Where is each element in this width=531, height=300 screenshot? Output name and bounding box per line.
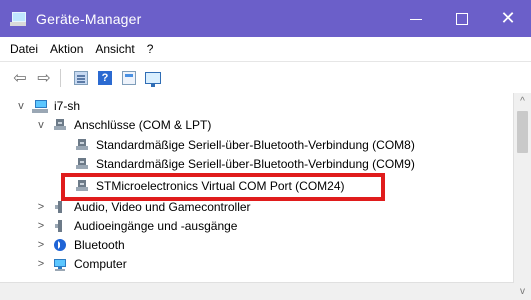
computer-category-icon xyxy=(52,256,68,272)
chevron-down-icon[interactable]: v xyxy=(16,100,26,112)
device-tree: v i7-sh v Anschlüsse (COM & LPT) Standar… xyxy=(0,93,531,300)
tree-item-label: STMicroelectronics Virtual COM Port (COM… xyxy=(96,179,345,193)
computer-icon xyxy=(32,98,48,114)
chevron-right-icon[interactable]: > xyxy=(36,220,46,232)
minimize-button[interactable] xyxy=(393,0,439,37)
toolbar-separator xyxy=(60,68,61,87)
tree-item-label: Bluetooth xyxy=(74,238,125,252)
chevron-down-icon[interactable]: v xyxy=(36,119,46,131)
audio-icon xyxy=(52,199,68,215)
scan-hardware-button[interactable] xyxy=(143,68,163,88)
tree-item-label: Standardmäßige Seriell-über-Bluetooth-Ve… xyxy=(96,157,415,171)
title-bar: Geräte-Manager ✕ xyxy=(0,0,531,37)
tree-item-com9[interactable]: Standardmäßige Seriell-über-Bluetooth-Ve… xyxy=(74,155,415,173)
menu-datei[interactable]: Datei xyxy=(4,42,44,56)
show-hide-console-tree-icon xyxy=(74,70,88,85)
scroll-thumb[interactable] xyxy=(517,111,528,153)
tree-item-label: Standardmäßige Seriell-über-Bluetooth-Ve… xyxy=(96,138,415,152)
properties-button[interactable] xyxy=(119,68,139,88)
help-button[interactable]: ? xyxy=(95,68,115,88)
tree-item-ports[interactable]: v Anschlüsse (COM & LPT) xyxy=(36,116,211,134)
scan-hardware-icon xyxy=(145,71,161,87)
menu-bar: Datei Aktion Ansicht ? xyxy=(0,37,531,61)
chevron-right-icon[interactable]: > xyxy=(36,239,46,251)
tree-item-label: Audioeingänge und -ausgänge xyxy=(74,219,238,233)
port-device-icon xyxy=(74,178,90,194)
help-icon: ? xyxy=(98,70,112,85)
tree-item-label: Anschlüsse (COM & LPT) xyxy=(74,118,212,132)
back-button[interactable]: ⇦ xyxy=(10,68,30,88)
maximize-icon xyxy=(456,12,468,25)
minimize-icon xyxy=(410,19,422,20)
tree-item-computer[interactable]: > Computer xyxy=(36,255,127,273)
chevron-right-icon[interactable]: > xyxy=(36,201,46,213)
port-device-icon xyxy=(74,137,90,153)
tree-item-label: Computer xyxy=(74,257,127,271)
device-manager-window: Geräte-Manager ✕ Datei Aktion Ansicht ? … xyxy=(0,0,531,300)
device-manager-icon xyxy=(10,10,28,28)
show-hide-console-tree-button[interactable] xyxy=(71,68,91,88)
bluetooth-icon xyxy=(52,237,68,253)
properties-icon xyxy=(122,70,136,85)
close-button[interactable]: ✕ xyxy=(485,0,531,37)
port-device-icon xyxy=(74,156,90,172)
menu-help[interactable]: ? xyxy=(141,42,160,56)
tree-item-audio-io[interactable]: > Audioeingänge und -ausgänge xyxy=(36,217,238,235)
menu-aktion[interactable]: Aktion xyxy=(44,42,89,56)
maximize-button[interactable] xyxy=(439,0,485,37)
tree-item-label: Audio, Video und Gamecontroller xyxy=(74,200,251,214)
close-icon: ✕ xyxy=(500,8,516,28)
tree-root-label: i7-sh xyxy=(54,99,81,113)
tree-item-bluetooth[interactable]: > Bluetooth xyxy=(36,236,125,254)
back-arrow-icon: ⇦ xyxy=(13,69,27,87)
horizontal-scrollbar[interactable] xyxy=(0,282,514,300)
menu-ansicht[interactable]: Ansicht xyxy=(89,42,140,56)
scroll-down-icon[interactable]: v xyxy=(514,283,531,300)
scroll-up-icon[interactable]: ^ xyxy=(514,93,531,110)
tree-item-com8[interactable]: Standardmäßige Seriell-über-Bluetooth-Ve… xyxy=(74,136,415,154)
window-controls: ✕ xyxy=(393,0,531,37)
forward-arrow-icon: ⇨ xyxy=(37,69,51,87)
chevron-right-icon[interactable]: > xyxy=(36,258,46,270)
window-title: Geräte-Manager xyxy=(36,10,142,27)
toolbar: ⇦ ⇨ ? xyxy=(0,61,531,94)
ports-icon xyxy=(52,117,68,133)
audio-io-icon xyxy=(52,218,68,234)
forward-button[interactable]: ⇨ xyxy=(34,68,54,88)
vertical-scrollbar[interactable]: ^ v xyxy=(513,93,531,300)
tree-item-audio-video[interactable]: > Audio, Video und Gamecontroller xyxy=(36,198,251,216)
tree-root[interactable]: v i7-sh xyxy=(16,97,80,115)
tree-item-com24[interactable]: STMicroelectronics Virtual COM Port (COM… xyxy=(74,177,345,195)
